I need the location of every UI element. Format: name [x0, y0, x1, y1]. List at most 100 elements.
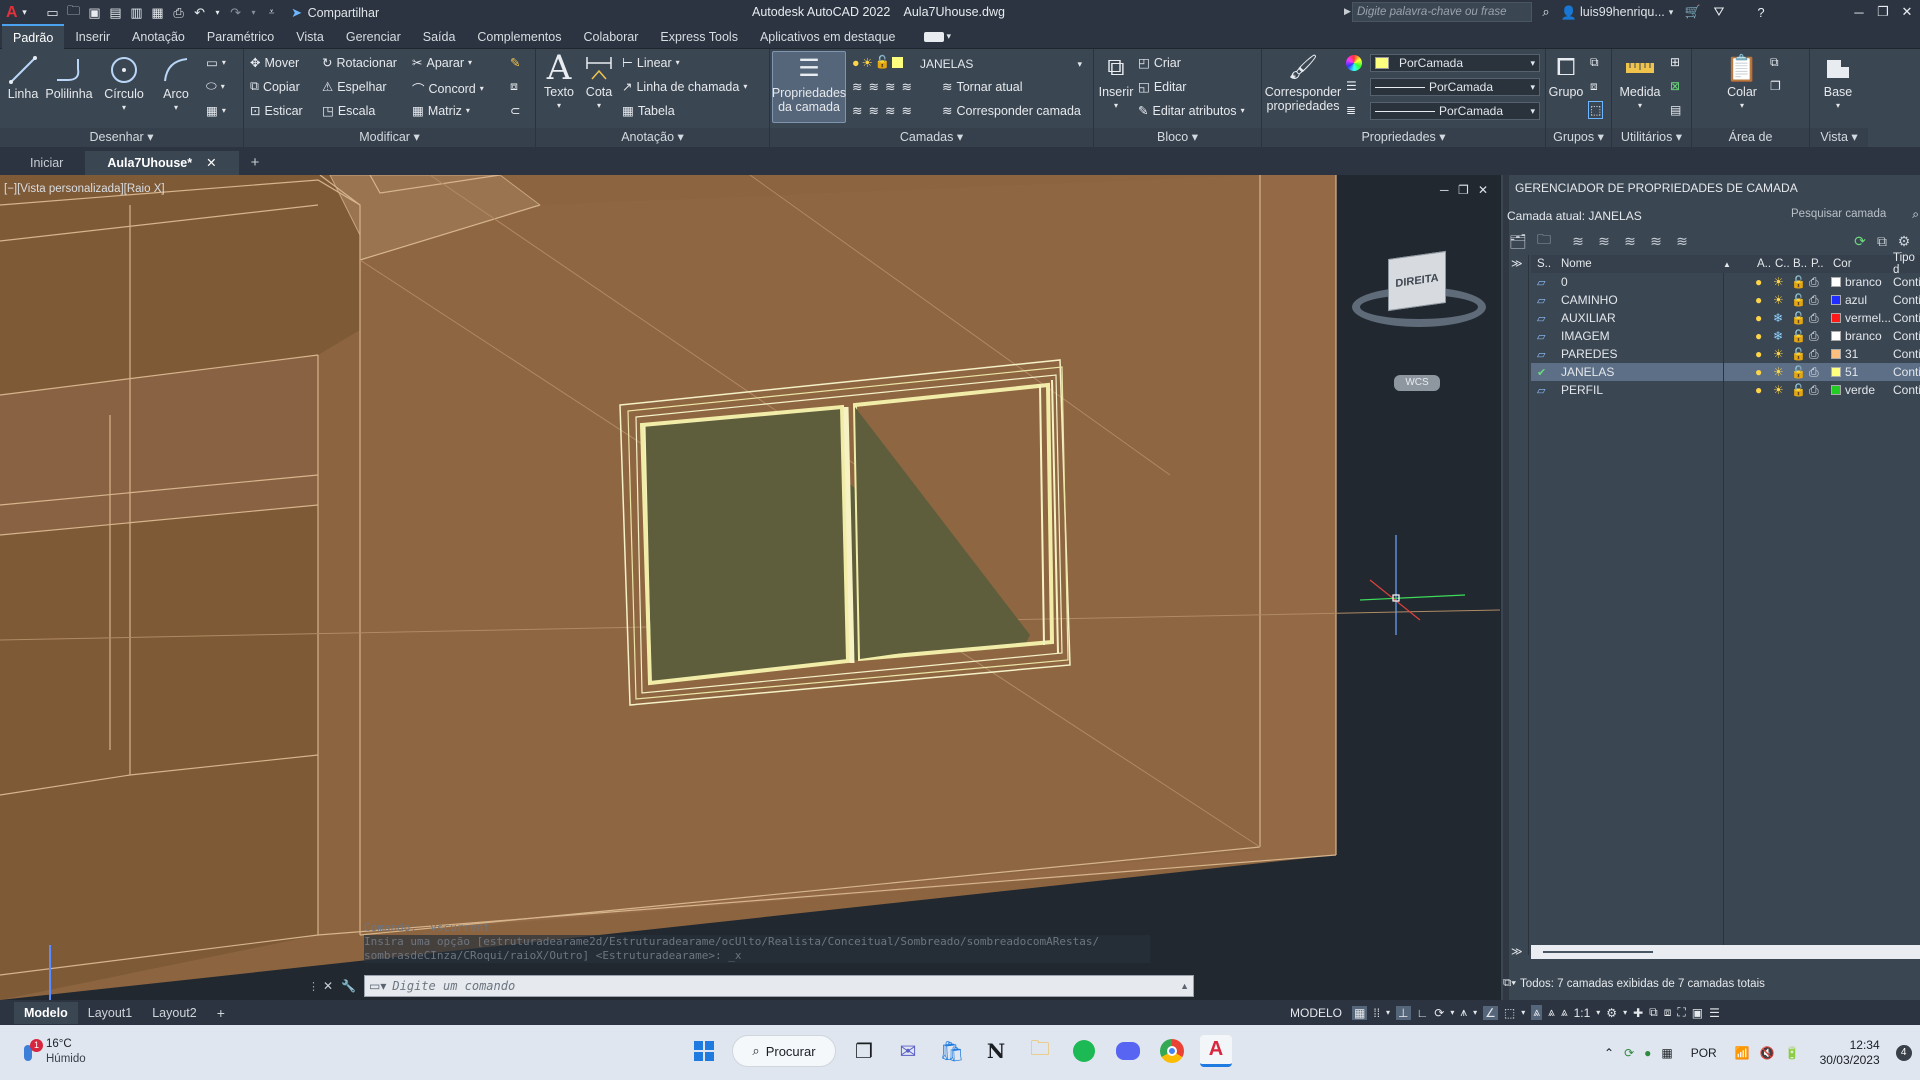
- mover-button[interactable]: ✥ Mover: [250, 55, 299, 71]
- new-tab-button[interactable]: +: [239, 151, 272, 175]
- group-edit-icon[interactable]: ⧈: [1590, 79, 1598, 94]
- tab-aula7uhouse[interactable]: Aula7Uhouse* ✕: [85, 151, 239, 175]
- layer-isolate-icon[interactable]: ≋: [852, 79, 862, 94]
- aparar-button[interactable]: ✂ Aparar ▾: [412, 55, 472, 71]
- object-snap-icon[interactable]: ∠: [1483, 1005, 1498, 1020]
- linear-button[interactable]: ⊢ Linear ▾: [622, 55, 680, 71]
- layer-row-paredes[interactable]: ▱ PAREDES ● ☀ 🔓 ⎙ 31 Conti: [1531, 345, 1920, 363]
- wcs-menu[interactable]: WCS: [1394, 375, 1440, 391]
- base-button[interactable]: Base ▾: [1818, 51, 1858, 113]
- sun-icon[interactable]: ☀: [1773, 383, 1784, 397]
- chevron-down-icon[interactable]: ▾: [1386, 1008, 1390, 1017]
- sun-icon[interactable]: ☀: [862, 55, 873, 70]
- polar-icon[interactable]: ⟳: [1434, 1006, 1444, 1020]
- autocad-logo[interactable]: A: [6, 4, 18, 22]
- rectangle-button[interactable]: ▭ ▾: [206, 55, 226, 70]
- lock-icon[interactable]: 🔓: [1791, 383, 1806, 397]
- tab-colaborar[interactable]: Colaborar: [572, 25, 649, 49]
- spotify-icon[interactable]: [1068, 1035, 1100, 1067]
- col-plot[interactable]: P..: [1811, 258, 1824, 270]
- panel-title-bloco[interactable]: Bloco ▾: [1094, 128, 1261, 147]
- bulb-icon[interactable]: ●: [1755, 383, 1762, 397]
- notification-count[interactable]: 4: [1895, 1044, 1912, 1061]
- redo-dropdown-icon[interactable]: ▾: [250, 6, 258, 20]
- lock-icon[interactable]: 🔓: [1791, 293, 1806, 307]
- lock-icon[interactable]: 🔓: [1791, 347, 1806, 361]
- isodraft-icon[interactable]: ⩚: [1460, 1005, 1467, 1020]
- panel-title-camadas[interactable]: Camadas ▾: [770, 128, 1093, 147]
- new-property-filter-icon[interactable]: 🗂: [1507, 231, 1529, 251]
- notion-icon[interactable]: N: [980, 1035, 1012, 1067]
- add-layout-button[interactable]: +: [207, 1002, 235, 1024]
- bulb-icon[interactable]: ●: [852, 56, 860, 70]
- clean-screen-icon[interactable]: ⛶: [1677, 1005, 1685, 1020]
- lock-icon[interactable]: 🔓: [1791, 275, 1806, 289]
- annotation-visibility-icon[interactable]: ⩓: [1531, 1005, 1543, 1020]
- set-current-icon[interactable]: ≋: [1671, 231, 1693, 251]
- bulb-icon[interactable]: ●: [1755, 311, 1762, 325]
- layer-on-icon[interactable]: ≋: [868, 103, 878, 118]
- rotacionar-button[interactable]: ↻ Rotacionar: [322, 55, 397, 71]
- bulb-icon[interactable]: ●: [1755, 329, 1762, 343]
- lock-icon[interactable]: 🔓: [1791, 329, 1806, 343]
- quick-select-icon[interactable]: ⊞: [1670, 55, 1680, 69]
- panel-title-modificar[interactable]: Modificar ▾: [244, 128, 535, 147]
- plot-icon[interactable]: ⎙: [1809, 275, 1819, 290]
- tab-express-tools[interactable]: Express Tools: [649, 25, 749, 49]
- panel-title-utilitarios[interactable]: Utilitários ▾: [1612, 128, 1691, 147]
- col-lock[interactable]: B..: [1793, 258, 1807, 270]
- sun-icon[interactable]: ☀: [1773, 293, 1784, 307]
- group-select-icon[interactable]: ⬚: [1588, 101, 1604, 119]
- color-swatch[interactable]: [1831, 295, 1841, 305]
- bulb-icon[interactable]: ●: [1755, 293, 1762, 307]
- escala-button[interactable]: ◳ Escala: [322, 103, 375, 119]
- model-space-button[interactable]: MODELO: [1290, 1006, 1342, 1020]
- viewport-restore-icon[interactable]: ❐: [1458, 183, 1469, 197]
- save-web-icon[interactable]: ▦: [151, 5, 165, 20]
- copiar-button[interactable]: ⧉ Copiar: [250, 79, 300, 94]
- volume-muted-icon[interactable]: 🔇: [1760, 1046, 1775, 1060]
- customization-menu-icon[interactable]: ☰: [1709, 1006, 1720, 1020]
- bulb-icon[interactable]: ●: [1755, 365, 1762, 379]
- tab-layout1[interactable]: Layout1: [78, 1002, 142, 1024]
- language-indicator[interactable]: POR: [1691, 1046, 1717, 1060]
- layer-settings-icon[interactable]: ⧉: [1871, 231, 1893, 251]
- tab-padrao[interactable]: Padrão: [2, 23, 65, 50]
- calculator-icon[interactable]: ▤: [1670, 103, 1681, 117]
- new-layer-icon[interactable]: ≋: [1593, 231, 1615, 251]
- chevron-down-icon[interactable]: ▾: [1596, 1008, 1600, 1017]
- panel-title-desenhar[interactable]: Desenhar ▾: [0, 128, 243, 147]
- panel-title-vista[interactable]: Vista ▾: [1810, 128, 1868, 147]
- workspace-gear-icon[interactable]: ⚙: [1606, 1006, 1617, 1020]
- panel-title-grupos[interactable]: Grupos ▾: [1546, 128, 1611, 147]
- fullscreen-icon[interactable]: ▣: [1692, 1006, 1703, 1020]
- plot-icon[interactable]: ⎙: [172, 5, 186, 20]
- panel-title-transferencia[interactable]: Área de transferência: [1692, 128, 1809, 163]
- viewcube-face[interactable]: DIREITA: [1388, 250, 1446, 312]
- layer-search-input[interactable]: Pesquisar camada ⌕: [1791, 205, 1920, 223]
- color-swatch[interactable]: [1831, 313, 1841, 323]
- battery-icon[interactable]: 🔋: [1785, 1046, 1800, 1060]
- sync-icon[interactable]: ⟳: [1624, 1046, 1634, 1060]
- new-layer-vp-frozen-icon[interactable]: ≋: [1619, 231, 1641, 251]
- close-icon[interactable]: ✕: [206, 151, 216, 175]
- copy-base-icon[interactable]: ❐: [1770, 79, 1781, 93]
- explode-button[interactable]: ⧈: [510, 79, 518, 94]
- command-grip-icon[interactable]: ⋮: [308, 980, 319, 993]
- chevron-down-icon[interactable]: ▾: [946, 31, 951, 42]
- discord-icon[interactable]: [1112, 1035, 1144, 1067]
- expand-filter-bottom-icon[interactable]: ≫: [1511, 945, 1523, 958]
- tab-parametrico[interactable]: Paramétrico: [196, 25, 285, 49]
- palette-title[interactable]: GERENCIADOR DE PROPRIEDADES DE CAMADA: [1515, 181, 1798, 195]
- color-swatch[interactable]: [1831, 385, 1841, 395]
- layer-row-imagem[interactable]: ▱ IMAGEM ● ❄ 🔓 ⎙ branco Conti: [1531, 327, 1920, 345]
- autodesk-app-icon[interactable]: ⛛: [1712, 4, 1726, 19]
- linetype-dropdown[interactable]: PorCamada ▾: [1370, 78, 1540, 96]
- layer-unlock-icon[interactable]: ≋: [901, 103, 911, 118]
- plot-icon[interactable]: ⎙: [1809, 347, 1819, 362]
- viewport-minimize-icon[interactable]: ─: [1440, 183, 1449, 197]
- tab-vista[interactable]: Vista: [285, 25, 335, 49]
- corresponder-camada-button[interactable]: ≋ Corresponder camada: [942, 103, 1081, 119]
- editar-button[interactable]: ◱ Editar: [1138, 79, 1186, 95]
- annotation-scale-icon[interactable]: ⩓: [1561, 1005, 1568, 1020]
